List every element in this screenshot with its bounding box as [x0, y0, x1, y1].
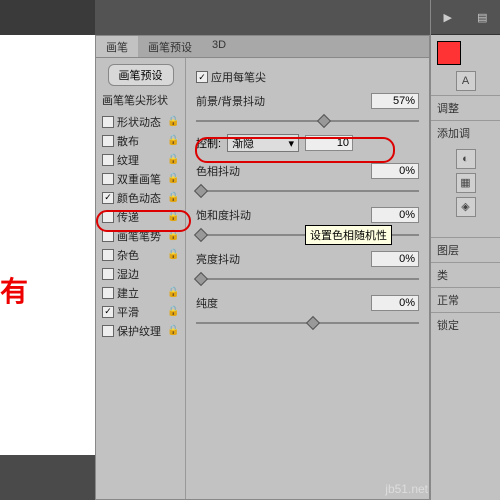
- lock-icon: 🔒: [167, 249, 179, 261]
- tab-3d[interactable]: 3D: [202, 36, 236, 57]
- tab-brush[interactable]: 画笔: [96, 36, 138, 57]
- sidebar-item-10[interactable]: 平滑🔒: [100, 302, 181, 321]
- lock-icon: 🔒: [167, 325, 179, 337]
- lock-label: 锁定: [431, 312, 500, 337]
- brush-panel: 画笔 画笔预设 3D 画笔预设 画笔笔尖形状 形状动态🔒散布🔒纹理🔒双重画笔🔒颜…: [95, 35, 430, 500]
- lock-icon: 🔒: [167, 306, 179, 318]
- collapse-icon[interactable]: ▶: [444, 11, 452, 24]
- sidebar-item-label: 散布: [117, 133, 167, 149]
- right-dock: ▶ ▤ A 调整 添加调 ◐ ▦ ◈ 图层 类 正常 锁定: [430, 0, 500, 500]
- sidebar-item-label: 保护纹理: [117, 323, 167, 339]
- cube-icon[interactable]: ◈: [456, 197, 476, 217]
- purity-value[interactable]: 0%: [371, 295, 419, 311]
- panel-tabs: 画笔 画笔预设 3D: [96, 36, 429, 58]
- bright-jitter-value[interactable]: 0%: [371, 251, 419, 267]
- sidebar-checkbox[interactable]: [102, 306, 114, 318]
- adjustments-label: 调整: [431, 95, 500, 120]
- hue-jitter-slider[interactable]: [196, 184, 419, 198]
- canvas-text: 有: [0, 270, 28, 310]
- sidebar-item-1[interactable]: 散布🔒: [100, 131, 181, 150]
- sidebar-checkbox[interactable]: [102, 173, 114, 185]
- swatches-icon[interactable]: ▦: [456, 173, 476, 193]
- sidebar-item-label: 平滑: [117, 304, 167, 320]
- tooltip-hue-random: 设置色相随机性: [305, 225, 392, 245]
- app-topbar: [0, 0, 500, 35]
- brush-sidebar: 画笔预设 画笔笔尖形状 形状动态🔒散布🔒纹理🔒双重画笔🔒颜色动态🔒传递🔒画笔笔势…: [96, 58, 186, 499]
- sidebar-checkbox[interactable]: [102, 325, 114, 337]
- adjustment-icon[interactable]: ◐: [456, 149, 476, 169]
- watermark-text: jb51.net: [385, 482, 428, 496]
- sidebar-item-label: 颜色动态: [117, 190, 167, 206]
- sidebar-item-8[interactable]: 湿边: [100, 264, 181, 283]
- bright-jitter-slider[interactable]: [196, 272, 419, 286]
- fg-bg-jitter-label: 前景/背景抖动: [196, 93, 371, 109]
- brush-settings-main: 应用每笔尖 前景/背景抖动 57% 控制: 渐隐▾ 10 色相抖动 0% 饱和度…: [186, 58, 429, 499]
- sidebar-item-4[interactable]: 颜色动态🔒: [100, 188, 181, 207]
- control-number-input[interactable]: 10: [305, 135, 353, 151]
- lock-icon: 🔒: [167, 230, 179, 242]
- layer-kind-label[interactable]: 类: [431, 262, 500, 287]
- blend-mode-select[interactable]: 正常: [431, 287, 500, 312]
- sidebar-item-3[interactable]: 双重画笔🔒: [100, 169, 181, 188]
- sidebar-item-label: 杂色: [117, 247, 167, 263]
- sidebar-checkbox[interactable]: [102, 154, 114, 166]
- add-adjustment-label[interactable]: 添加调: [431, 120, 500, 145]
- sidebar-item-label: 画笔笔势: [117, 228, 167, 244]
- lock-icon: 🔒: [167, 173, 179, 185]
- sidebar-checkbox[interactable]: [102, 287, 114, 299]
- apply-per-tip-label: 应用每笔尖: [211, 69, 419, 85]
- sidebar-item-label: 湿边: [117, 266, 167, 282]
- lock-icon: [167, 268, 179, 280]
- sat-jitter-label: 饱和度抖动: [196, 207, 371, 223]
- lock-icon: 🔒: [167, 287, 179, 299]
- sidebar-item-2[interactable]: 纹理🔒: [100, 150, 181, 169]
- menu-icon[interactable]: ▤: [477, 11, 487, 24]
- apply-per-tip-checkbox[interactable]: [196, 71, 208, 83]
- layers-label[interactable]: 图层: [431, 237, 500, 262]
- purity-slider[interactable]: [196, 316, 419, 330]
- sidebar-item-9[interactable]: 建立🔒: [100, 283, 181, 302]
- fg-bg-jitter-slider[interactable]: [196, 114, 419, 128]
- lock-icon: 🔒: [167, 211, 179, 223]
- sidebar-item-7[interactable]: 杂色🔒: [100, 245, 181, 264]
- hue-jitter-value[interactable]: 0%: [371, 163, 419, 179]
- sidebar-checkbox[interactable]: [102, 116, 114, 128]
- brush-preset-button[interactable]: 画笔预设: [108, 64, 174, 86]
- sidebar-section-title: 画笔笔尖形状: [102, 92, 181, 108]
- sidebar-item-11[interactable]: 保护纹理🔒: [100, 321, 181, 340]
- sidebar-checkbox[interactable]: [102, 230, 114, 242]
- fg-bg-jitter-value[interactable]: 57%: [371, 93, 419, 109]
- sidebar-item-label: 形状动态: [117, 114, 167, 130]
- sidebar-checkbox[interactable]: [102, 192, 114, 204]
- chevron-down-icon: ▾: [289, 137, 295, 150]
- sidebar-checkbox[interactable]: [102, 268, 114, 280]
- sidebar-item-6[interactable]: 画笔笔势🔒: [100, 226, 181, 245]
- lock-icon: 🔒: [167, 116, 179, 128]
- bright-jitter-label: 亮度抖动: [196, 251, 371, 267]
- sidebar-item-0[interactable]: 形状动态🔒: [100, 112, 181, 131]
- sidebar-checkbox[interactable]: [102, 211, 114, 223]
- sat-jitter-value[interactable]: 0%: [371, 207, 419, 223]
- purity-label: 纯度: [196, 295, 371, 311]
- lock-icon: 🔒: [167, 135, 179, 147]
- sidebar-item-label: 纹理: [117, 152, 167, 168]
- lock-icon: 🔒: [167, 192, 179, 204]
- lock-icon: 🔒: [167, 154, 179, 166]
- control-select[interactable]: 渐隐▾: [227, 134, 299, 152]
- sidebar-item-label: 双重画笔: [117, 171, 167, 187]
- control-label: 控制:: [196, 135, 221, 151]
- sidebar-checkbox[interactable]: [102, 135, 114, 147]
- sidebar-checkbox[interactable]: [102, 249, 114, 261]
- sidebar-item-label: 建立: [117, 285, 167, 301]
- foreground-color-swatch[interactable]: [437, 41, 461, 65]
- sidebar-item-label: 传递: [117, 209, 167, 225]
- sidebar-item-5[interactable]: 传递🔒: [100, 207, 181, 226]
- hue-jitter-label: 色相抖动: [196, 163, 371, 179]
- type-tool-icon[interactable]: A: [456, 71, 476, 91]
- tab-brush-preset[interactable]: 画笔预设: [138, 36, 202, 57]
